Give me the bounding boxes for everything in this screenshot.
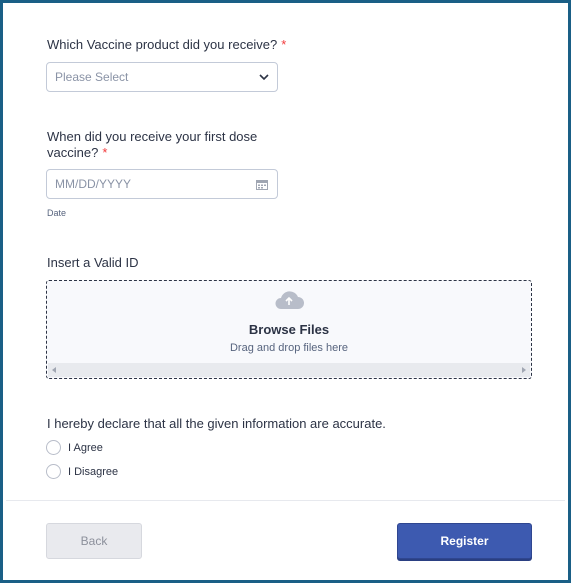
vaccine-select[interactable]: Please Select <box>46 62 278 92</box>
radio-agree-label[interactable]: I Agree <box>68 442 103 454</box>
first-dose-question-line2: vaccine? <box>47 145 99 160</box>
calendar-icon[interactable] <box>256 179 268 190</box>
declaration-label: I hereby declare that all the given info… <box>47 416 386 431</box>
radio-disagree[interactable] <box>46 464 61 479</box>
valid-id-label: Insert a Valid ID <box>47 255 139 270</box>
date-placeholder: MM/DD/YYYY <box>55 177 132 191</box>
footer-divider <box>6 500 565 501</box>
file-upload-dropzone[interactable]: Browse Files Drag and drop files here <box>46 280 532 379</box>
horizontal-scrollbar[interactable] <box>48 363 530 377</box>
required-mark: * <box>102 145 108 160</box>
first-dose-question-label: When did you receive your first dose vac… <box>47 129 257 161</box>
chevron-down-icon <box>259 74 269 81</box>
drag-drop-hint: Drag and drop files here <box>229 342 348 354</box>
radio-agree[interactable] <box>46 440 61 455</box>
date-sublabel: Date <box>47 208 67 218</box>
scroll-left-icon[interactable] <box>52 367 56 373</box>
radio-disagree-label[interactable]: I Disagree <box>68 466 118 478</box>
first-dose-date-input[interactable]: MM/DD/YYYY <box>46 169 278 199</box>
register-button[interactable]: Register <box>397 523 532 559</box>
cloud-upload-icon <box>275 291 304 309</box>
browse-files-title[interactable]: Browse Files <box>47 322 531 337</box>
form-container: Which Vaccine product did you receive? * … <box>0 0 571 583</box>
vaccine-select-placeholder: Please Select <box>55 70 129 84</box>
first-dose-question-line1: When did you receive your first dose <box>47 129 258 144</box>
required-mark: * <box>281 37 287 52</box>
vaccine-question-label: Which Vaccine product did you receive? * <box>47 37 286 53</box>
scroll-right-icon[interactable] <box>522 367 526 373</box>
back-button[interactable]: Back <box>46 523 142 559</box>
vaccine-question-text: Which Vaccine product did you receive? <box>47 37 278 52</box>
